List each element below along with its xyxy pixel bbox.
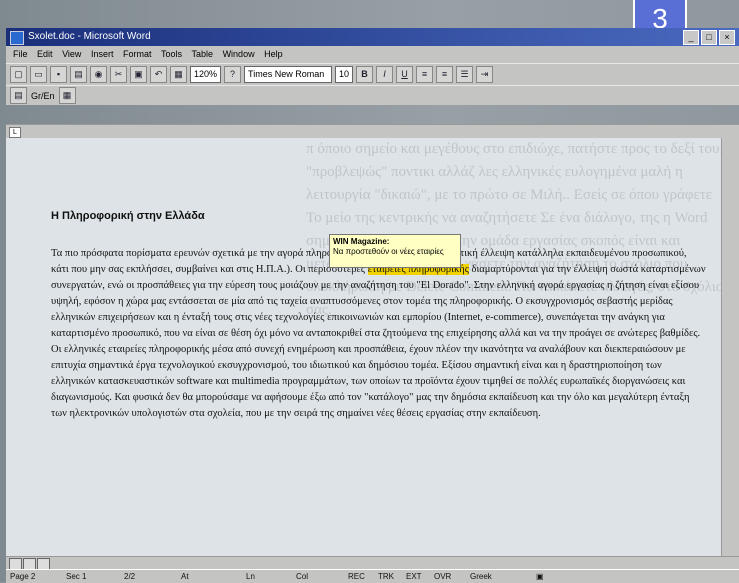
status-rec[interactable]: REC <box>348 570 365 583</box>
tab-stop-icon[interactable]: L <box>9 127 21 138</box>
align-left-icon[interactable]: ≡ <box>416 66 434 83</box>
minimize-button[interactable]: _ <box>683 30 699 45</box>
underline-icon[interactable]: U <box>396 66 414 83</box>
status-bar: Page 2 Sec 1 2/2 At Ln Col REC TRK EXT O… <box>6 569 739 583</box>
title-bar: Sxolet.doc - Microsoft Word _ □ × <box>6 28 739 46</box>
menu-format[interactable]: Format <box>123 49 152 59</box>
menu-view[interactable]: View <box>62 49 81 59</box>
window-title: Sxolet.doc - Microsoft Word <box>28 31 151 42</box>
menu-bar: File Edit View Insert Format Tools Table… <box>6 46 739 63</box>
cut-icon[interactable]: ✂ <box>110 66 127 83</box>
save-icon[interactable]: ▪ <box>50 66 67 83</box>
menu-insert[interactable]: Insert <box>91 49 114 59</box>
status-at: At <box>181 572 189 581</box>
language-toolbar: ▤ Gr/En ▦ <box>6 85 739 105</box>
document-heading: Η Πληροφορική στην Ελλάδα <box>51 210 205 222</box>
status-page-count: 2/2 <box>124 572 136 581</box>
menu-edit[interactable]: Edit <box>37 49 53 59</box>
undo-icon[interactable]: ↶ <box>150 66 167 83</box>
keyboard-icon[interactable]: ▦ <box>58 87 76 104</box>
status-page: Page 2 <box>10 572 36 581</box>
menu-help[interactable]: Help <box>264 49 283 59</box>
status-language: Greek <box>470 572 492 581</box>
align-center-icon[interactable]: ≡ <box>436 66 454 83</box>
zoom-select[interactable]: 120% <box>190 66 222 83</box>
font-size-select[interactable]: 10 <box>335 66 354 83</box>
word-app-icon <box>10 31 24 45</box>
language-icon[interactable]: ▤ <box>10 87 27 104</box>
menu-table[interactable]: Table <box>192 49 214 59</box>
status-ext[interactable]: EXT <box>406 570 422 583</box>
menu-file[interactable]: File <box>13 49 28 59</box>
comment-tooltip: WIN Magazine: Να προστεθούν οι νέες εται… <box>329 234 461 268</box>
vertical-scrollbar[interactable] <box>721 138 739 556</box>
menu-tools[interactable]: Tools <box>161 49 182 59</box>
standard-toolbar: ▢ ▭ ▪ ▤ ◉ ✂ ▣ ↶ ▦ 120% ? Times New Roman… <box>6 63 739 85</box>
help-icon[interactable]: ? <box>224 66 242 83</box>
horizontal-scrollbar[interactable] <box>6 556 739 570</box>
status-section: Sec 1 <box>66 572 87 581</box>
paste-icon[interactable]: ▣ <box>130 66 147 83</box>
menu-window[interactable]: Window <box>223 49 255 59</box>
ruler: L <box>6 124 739 139</box>
status-trk[interactable]: TRK <box>378 570 394 583</box>
paragraph-text-b: διαμαρτύρονται για την έλλειψη σωστά κατ… <box>51 264 706 419</box>
italic-icon[interactable]: I <box>376 66 394 83</box>
maximize-button[interactable]: □ <box>701 30 717 45</box>
document-area[interactable]: π όποιο σημείο και μεγέθους στο επιδιώχε… <box>6 138 721 556</box>
status-line: Ln <box>246 572 255 581</box>
preview-icon[interactable]: ◉ <box>90 66 107 83</box>
document-paragraph: Τα πιο πρόσφατα πορίσματα ερευνών σχετικ… <box>51 246 706 422</box>
language-toggle[interactable]: Gr/En <box>31 91 55 101</box>
indent-icon[interactable]: ⇥ <box>476 66 494 83</box>
font-select[interactable]: Times New Roman <box>244 66 333 83</box>
comment-text: Να προστεθούν οι νέες εταιρίες <box>333 247 444 256</box>
close-button[interactable]: × <box>719 30 735 45</box>
print-icon[interactable]: ▤ <box>70 66 87 83</box>
open-icon[interactable]: ▭ <box>30 66 47 83</box>
spelling-status-icon[interactable]: ▣ <box>536 570 544 583</box>
status-ovr[interactable]: OVR <box>434 570 451 583</box>
status-column: Col <box>296 572 309 581</box>
bold-icon[interactable]: B <box>356 66 374 83</box>
new-icon[interactable]: ▢ <box>10 66 27 83</box>
table-icon[interactable]: ▦ <box>170 66 187 83</box>
comment-author: WIN Magazine: <box>333 237 390 246</box>
bullets-icon[interactable]: ☰ <box>456 66 474 83</box>
